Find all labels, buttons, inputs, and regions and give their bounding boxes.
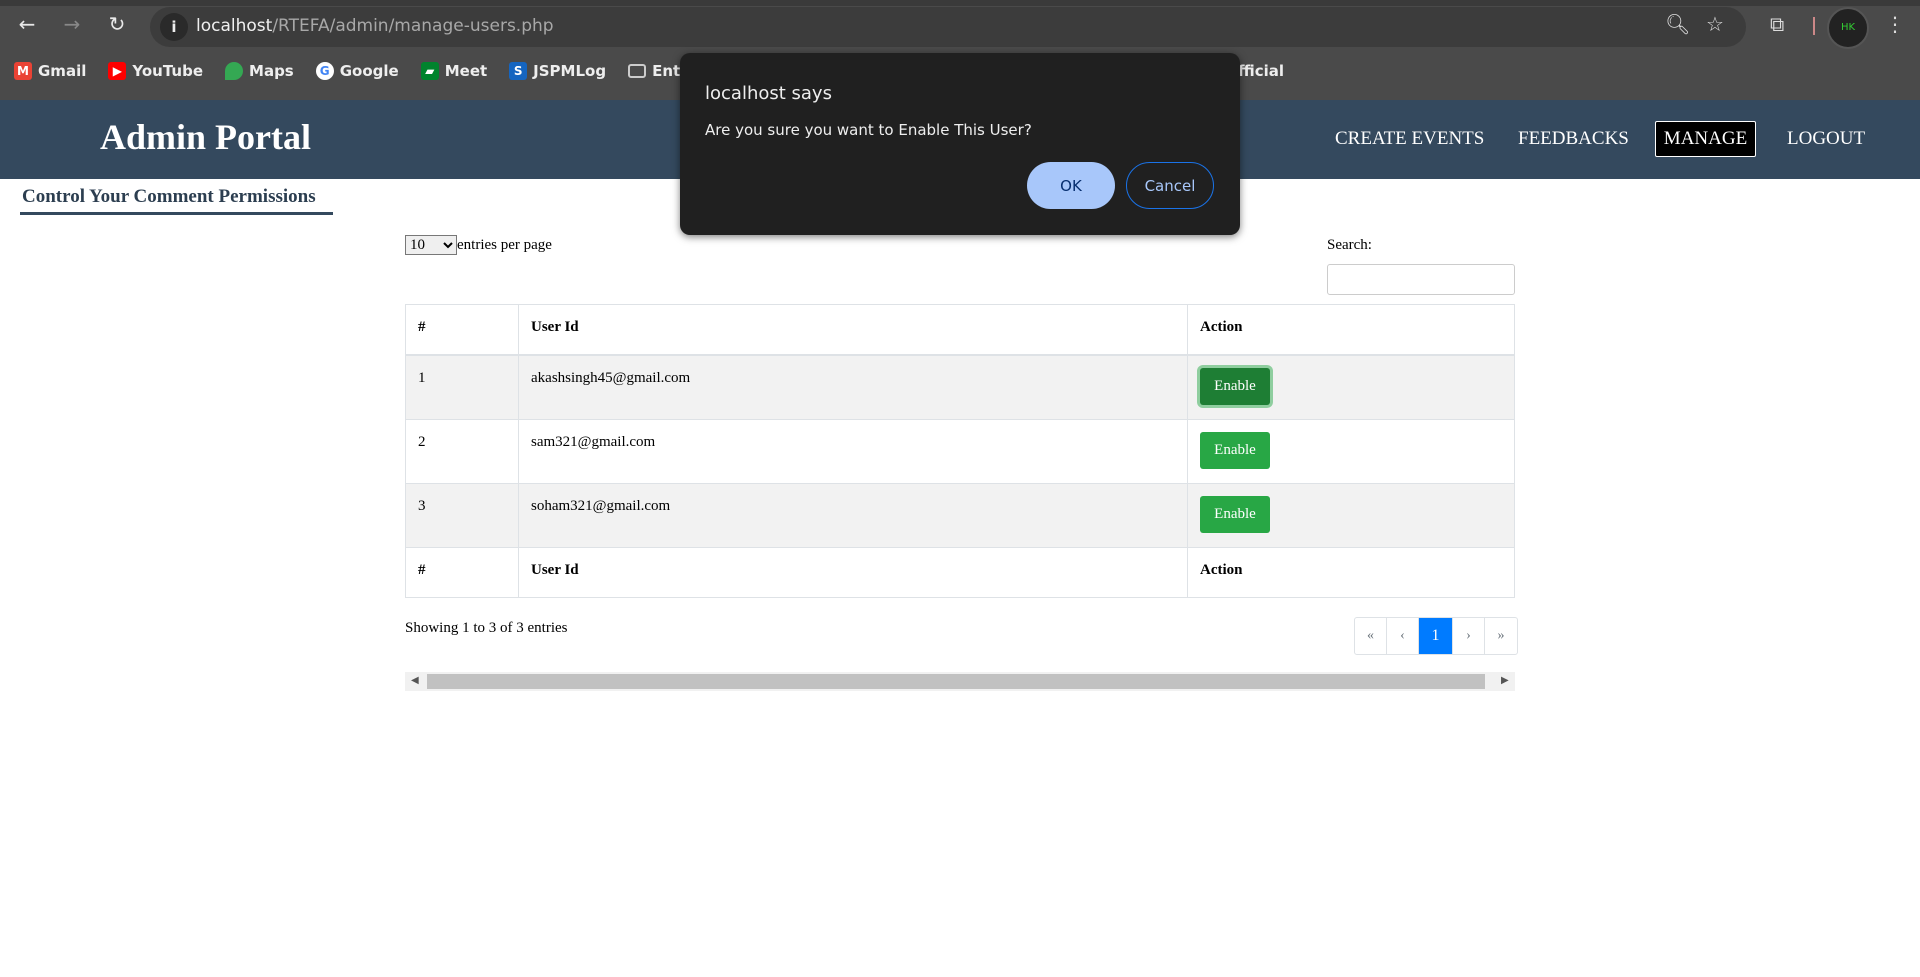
column-header-user-id[interactable]: User Id bbox=[518, 304, 1188, 356]
nav-manage[interactable]: MANAGE bbox=[1655, 121, 1756, 157]
column-header-action[interactable]: Action bbox=[1187, 304, 1515, 356]
url-host: localhost bbox=[196, 16, 273, 36]
nav-logout[interactable]: LOGOUT bbox=[1787, 128, 1865, 150]
profile-avatar[interactable]: HK bbox=[1827, 7, 1869, 49]
gmail-icon: M bbox=[14, 62, 32, 80]
row-action: Enable bbox=[1187, 482, 1515, 548]
bookmark-label: Google bbox=[339, 62, 399, 80]
bookmark-label: Maps bbox=[249, 62, 294, 80]
horizontal-scrollbar[interactable]: ◀ ▶ bbox=[405, 672, 1515, 691]
bookmark-jspmlog[interactable]: S JSPMLog bbox=[509, 62, 606, 80]
google-icon: G bbox=[315, 62, 334, 80]
maps-icon bbox=[225, 62, 244, 80]
enable-button[interactable]: Enable bbox=[1200, 367, 1270, 405]
menu-icon[interactable]: ⋮ bbox=[1885, 12, 1905, 36]
extensions-icon[interactable]: ⧉ bbox=[1770, 12, 1784, 36]
cancel-button[interactable]: Cancel bbox=[1126, 162, 1214, 209]
bookmark-label: YouTube bbox=[132, 62, 204, 80]
scroll-left-icon[interactable]: ◀ bbox=[411, 675, 419, 686]
reload-icon[interactable]: ↻ bbox=[102, 12, 132, 36]
forward-icon[interactable]: → bbox=[57, 12, 87, 36]
footer-user-id: User Id bbox=[518, 546, 1188, 598]
bookmark-youtube[interactable]: ▶ YouTube bbox=[108, 62, 203, 80]
row-action: Enable bbox=[1187, 418, 1515, 484]
row-user-id: sam321@gmail.com bbox=[518, 418, 1188, 484]
divider bbox=[1813, 17, 1815, 35]
pagination: « ‹ 1 › » bbox=[1354, 617, 1518, 655]
row-action: Enable bbox=[1187, 354, 1515, 420]
bookmark-official[interactable]: fficial bbox=[1238, 62, 1284, 80]
entries-label: entries per page bbox=[457, 236, 552, 253]
bookmark-label: Gmail bbox=[38, 62, 87, 80]
url-path: /RTEFA/admin/manage-users.php bbox=[272, 16, 554, 36]
confirm-dialog: localhost says Are you sure you want to … bbox=[680, 53, 1240, 235]
search-label: Search: bbox=[1327, 237, 1372, 253]
scroll-right-icon[interactable]: ▶ bbox=[1501, 675, 1509, 686]
footer-number: # bbox=[405, 546, 519, 598]
enable-button[interactable]: Enable bbox=[1200, 495, 1270, 533]
youtube-icon: ▶ bbox=[108, 62, 127, 80]
site-title: Admin Portal bbox=[100, 117, 311, 157]
bookmarks-bar: M Gmail ▶ YouTube Maps G Google ▰ Meet S JSPM… bbox=[14, 62, 731, 80]
users-table: # User Id Action 1 akashsingh45@gmail.co… bbox=[405, 304, 1515, 598]
scrollbar-thumb[interactable] bbox=[427, 674, 1485, 689]
subtitle-underline bbox=[20, 212, 333, 215]
entries-control: 10 entries per page bbox=[405, 235, 552, 255]
page-subtitle: Control Your Comment Permissions bbox=[22, 186, 316, 207]
dialog-message: Are you sure you want to Enable This Use… bbox=[705, 121, 1032, 139]
footer-action: Action bbox=[1187, 546, 1515, 598]
last-page-button[interactable]: » bbox=[1485, 618, 1517, 654]
bookmark-meet[interactable]: ▰ Meet bbox=[420, 62, 488, 80]
entries-select[interactable]: 10 bbox=[405, 235, 457, 255]
nav-feedbacks[interactable]: FEEDBACKS bbox=[1518, 128, 1629, 150]
first-page-button[interactable]: « bbox=[1355, 618, 1387, 654]
ok-button[interactable]: OK bbox=[1027, 162, 1115, 209]
next-page-button[interactable]: › bbox=[1453, 618, 1485, 654]
row-number: 3 bbox=[405, 482, 519, 548]
table-row: 2 sam321@gmail.com Enable bbox=[405, 418, 1515, 484]
bookmark-gmail[interactable]: M Gmail bbox=[14, 62, 86, 80]
row-user-id: akashsingh45@gmail.com bbox=[518, 354, 1188, 420]
row-number: 1 bbox=[405, 354, 519, 420]
prev-page-button[interactable]: ‹ bbox=[1387, 618, 1419, 654]
bookmark-label: JSPMLog bbox=[533, 62, 607, 80]
back-icon[interactable]: ← bbox=[12, 12, 42, 36]
folder-icon bbox=[628, 64, 647, 78]
tab-strip bbox=[0, 0, 1920, 6]
row-user-id: soham321@gmail.com bbox=[518, 482, 1188, 548]
table-info: Showing 1 to 3 of 3 entries bbox=[405, 620, 568, 636]
jspm-icon: S bbox=[509, 62, 528, 80]
table-row: 1 akashsingh45@gmail.com Enable bbox=[405, 354, 1515, 420]
bookmark-google[interactable]: G Google bbox=[315, 62, 399, 80]
page-1-button[interactable]: 1 bbox=[1419, 618, 1453, 654]
bookmark-maps[interactable]: Maps bbox=[225, 62, 294, 80]
zoom-icon[interactable]: 🔍︎ bbox=[1665, 12, 1690, 36]
column-header-number[interactable]: # bbox=[405, 304, 519, 356]
star-icon[interactable]: ☆ bbox=[1706, 12, 1724, 36]
bookmark-label: Meet bbox=[444, 62, 488, 80]
dialog-title: localhost says bbox=[705, 83, 832, 104]
url-text[interactable]: localhost/RTEFA/admin/manage-users.php bbox=[196, 16, 554, 36]
enable-button[interactable]: Enable bbox=[1200, 431, 1270, 469]
site-info-icon[interactable]: i bbox=[160, 13, 188, 41]
table-row: 3 soham321@gmail.com Enable bbox=[405, 482, 1515, 548]
meet-icon: ▰ bbox=[420, 62, 439, 80]
nav-create-events[interactable]: CREATE EVENTS bbox=[1335, 128, 1484, 150]
search-input[interactable] bbox=[1327, 264, 1515, 295]
row-number: 2 bbox=[405, 418, 519, 484]
